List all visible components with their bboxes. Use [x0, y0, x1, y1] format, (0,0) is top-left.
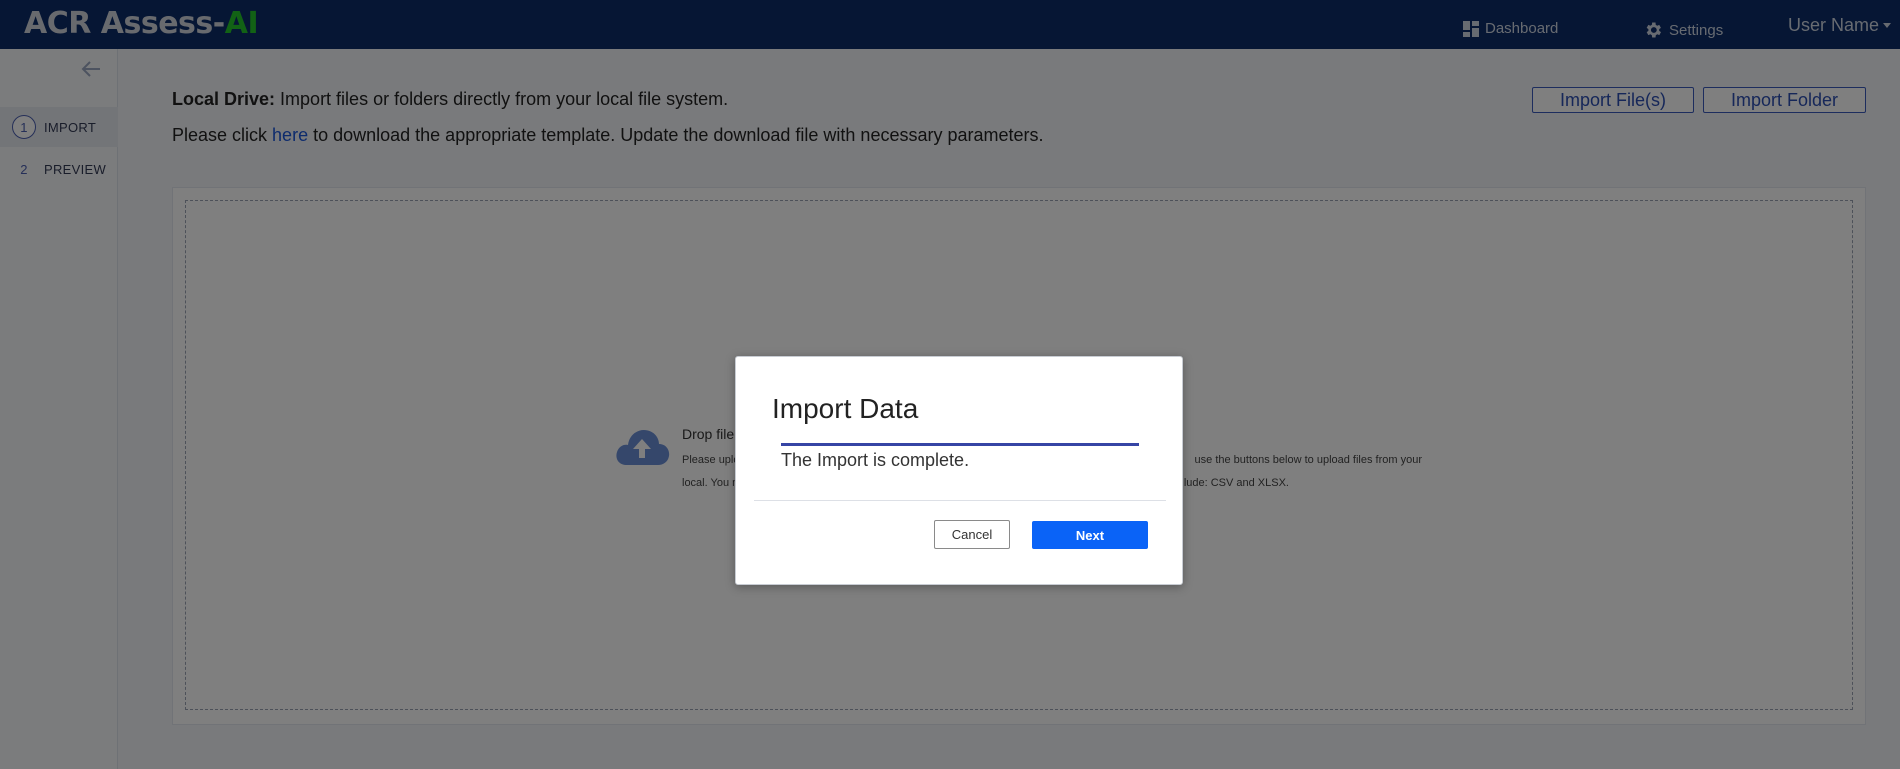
dialog-title: Import Data	[772, 393, 919, 424]
cancel-button[interactable]: Cancel	[934, 520, 1010, 549]
next-button[interactable]: Next	[1032, 521, 1148, 549]
dialog-message: The Import is complete.	[781, 450, 970, 470]
import-progress-bar	[781, 443, 1139, 446]
import-progress-fill	[781, 443, 1139, 446]
import-data-dialog: Import Data The Import is complete. Canc…	[735, 356, 1183, 585]
dialog-divider	[754, 500, 1166, 501]
